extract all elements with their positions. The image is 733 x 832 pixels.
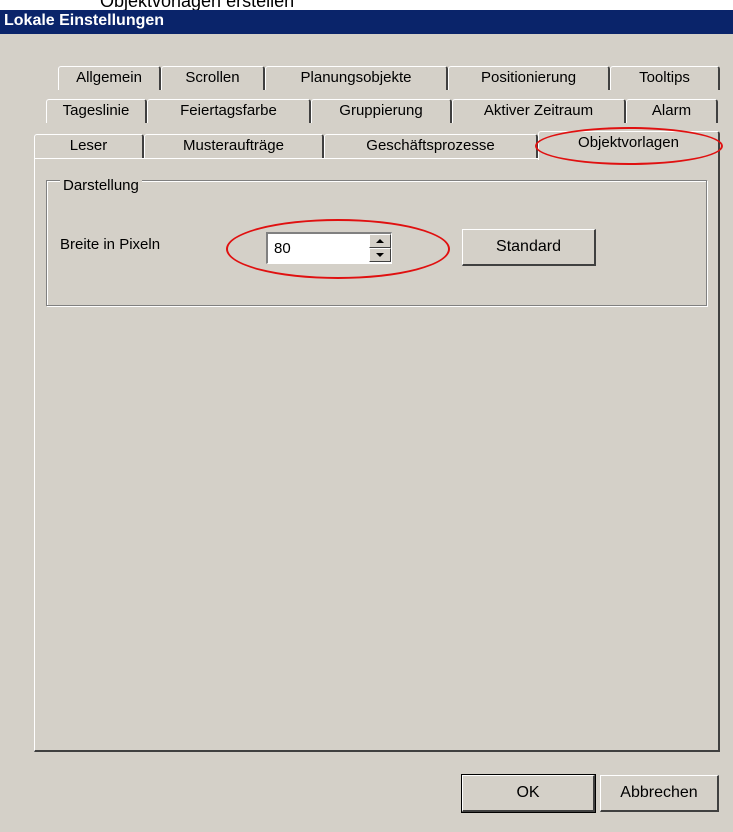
standard-button[interactable]: Standard xyxy=(462,229,596,266)
tab-musterauftraege[interactable]: Musteraufträge xyxy=(144,134,324,158)
tab-objektvorlagen[interactable]: Objektvorlagen xyxy=(538,131,720,160)
tab-geschaeftsprozesse[interactable]: Geschäftsprozesse xyxy=(324,134,538,158)
tab-scrollen[interactable]: Scrollen xyxy=(161,66,265,90)
tab-feiertagsfarbe[interactable]: Feiertagsfarbe xyxy=(147,99,311,123)
spin-up-button[interactable] xyxy=(369,234,391,248)
arrow-up-icon xyxy=(376,239,384,243)
cancel-button[interactable]: Abbrechen xyxy=(600,775,719,812)
tab-gruppierung[interactable]: Gruppierung xyxy=(311,99,452,123)
tab-tooltips[interactable]: Tooltips xyxy=(610,66,720,90)
tab-aktiver-zeitraum[interactable]: Aktiver Zeitraum xyxy=(452,99,626,123)
tab-allgemein[interactable]: Allgemein xyxy=(58,66,161,90)
window-title: Lokale Einstellungen xyxy=(4,12,165,29)
window-titlebar[interactable]: Lokale Einstellungen xyxy=(0,10,733,34)
tab-planungsobjekte[interactable]: Planungsobjekte xyxy=(265,66,448,90)
ok-button[interactable]: OK xyxy=(461,774,596,813)
width-input[interactable]: 80 xyxy=(274,240,291,257)
tab-alarm[interactable]: Alarm xyxy=(626,99,718,123)
arrow-down-icon xyxy=(376,253,384,257)
width-spinner[interactable]: 80 xyxy=(266,232,392,264)
tab-leser[interactable]: Leser xyxy=(34,134,144,158)
group-darstellung-title: Darstellung xyxy=(60,177,142,194)
tab-positionierung[interactable]: Positionierung xyxy=(448,66,610,90)
spin-down-button[interactable] xyxy=(369,248,391,262)
tab-tageslinie[interactable]: Tageslinie xyxy=(46,99,147,123)
width-field-label: Breite in Pixeln xyxy=(60,236,161,253)
spinner-buttons xyxy=(369,234,391,263)
